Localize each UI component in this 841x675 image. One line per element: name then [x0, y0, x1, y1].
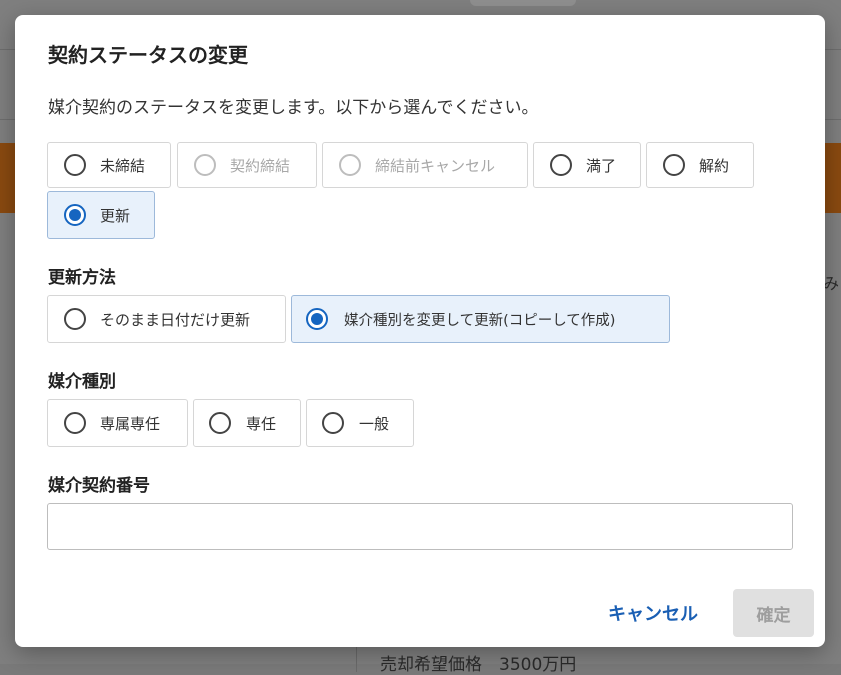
radio-icon[interactable] [64, 308, 86, 330]
dialog-title: 契約ステータスの変更 [48, 43, 248, 67]
status-option-label: 更新 [100, 207, 131, 225]
mediation-option-exclusive-dedicated[interactable]: 専属専任 [47, 399, 188, 447]
mediation-option-general[interactable]: 一般 [306, 399, 414, 447]
mediation-option-label: 専任 [246, 415, 277, 433]
status-option-pre-sign-cancel: 締結前キャンセル [322, 142, 528, 188]
background-tab [470, 0, 576, 6]
renewal-option-label: そのまま日付だけ更新 [100, 311, 251, 329]
background-text: み [823, 274, 840, 293]
status-option-label: 解約 [699, 157, 730, 175]
mediation-option-exclusive[interactable]: 専任 [193, 399, 301, 447]
confirm-button[interactable]: 確定 [733, 589, 814, 637]
mediation-option-label: 一般 [359, 415, 390, 433]
dialog-description: 媒介契約のステータスを変更します。以下から選んでください。 [48, 98, 539, 118]
status-change-dialog: 契約ステータスの変更 媒介契約のステータスを変更します。以下から選んでください。… [15, 15, 825, 647]
radio-icon[interactable] [550, 154, 572, 176]
status-option-label: 契約締結 [230, 157, 291, 175]
renewal-option-change-type[interactable]: 媒介種別を変更して更新(コピーして作成) [291, 295, 670, 343]
status-option-label: 締結前キャンセル [375, 157, 496, 175]
radio-icon [194, 154, 216, 176]
radio-icon[interactable] [663, 154, 685, 176]
mediation-type-label: 媒介種別 [48, 372, 116, 392]
radio-selected-icon[interactable] [64, 204, 86, 226]
status-option-unsigned[interactable]: 未締結 [47, 142, 171, 188]
radio-icon [339, 154, 361, 176]
cancel-button[interactable]: キャンセル [595, 590, 711, 636]
renewal-method-label: 更新方法 [48, 268, 116, 288]
contract-number-label: 媒介契約番号 [48, 476, 150, 496]
background-price-text: 売却希望価格 3500万円 [380, 655, 577, 675]
status-option-label: 未締結 [100, 157, 146, 175]
radio-icon[interactable] [209, 412, 231, 434]
status-option-cancelled[interactable]: 解約 [646, 142, 754, 188]
radio-icon[interactable] [322, 412, 344, 434]
status-option-label: 満了 [586, 157, 617, 175]
renewal-option-label: 媒介種別を変更して更新(コピーして作成) [344, 313, 616, 329]
status-option-renewal[interactable]: 更新 [47, 191, 155, 239]
radio-icon[interactable] [64, 412, 86, 434]
radio-selected-icon[interactable] [306, 308, 328, 330]
status-option-signed: 契約締結 [177, 142, 317, 188]
contract-number-input[interactable] [47, 503, 793, 550]
radio-icon[interactable] [64, 154, 86, 176]
mediation-option-label: 専属専任 [100, 415, 161, 433]
renewal-option-date-only[interactable]: そのまま日付だけ更新 [47, 295, 286, 343]
status-option-expired[interactable]: 満了 [533, 142, 641, 188]
